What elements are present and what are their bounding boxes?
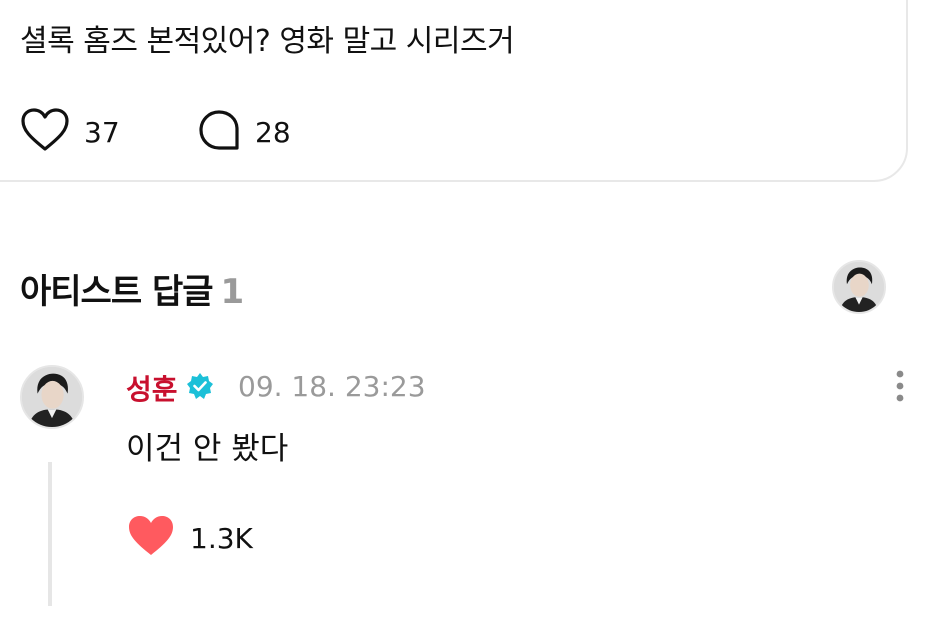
like-button[interactable]: 37 [20,108,120,156]
reply-text: 이건 안 봤다 [126,431,289,467]
heart-filled-icon [126,514,176,562]
reply-author-name[interactable]: 성훈 [126,368,178,408]
section-title-text: 아티스트 답글 [20,272,214,312]
more-vertical-icon[interactable] [890,368,910,408]
artist-avatar[interactable] [832,260,886,314]
like-count: 37 [84,115,120,149]
verified-badge-icon [186,372,214,400]
comment-bubble-icon [197,108,241,156]
reply-author-avatar[interactable] [20,365,84,429]
post-text: 셜록 홈즈 본적있어? 영화 말고 시리즈거 [20,24,515,59]
section-title: 아티스트 답글 1 [20,264,245,313]
reply-timestamp: 09. 18. 23:23 [238,370,426,403]
reply-like-count: 1.3K [190,521,253,555]
thread-line [48,462,52,606]
comment-button[interactable]: 28 [197,108,291,156]
section-reply-count: 1 [220,272,245,312]
reply-like-button[interactable]: 1.3K [126,514,253,562]
heart-outline-icon [20,108,70,156]
comment-count: 28 [255,115,291,149]
